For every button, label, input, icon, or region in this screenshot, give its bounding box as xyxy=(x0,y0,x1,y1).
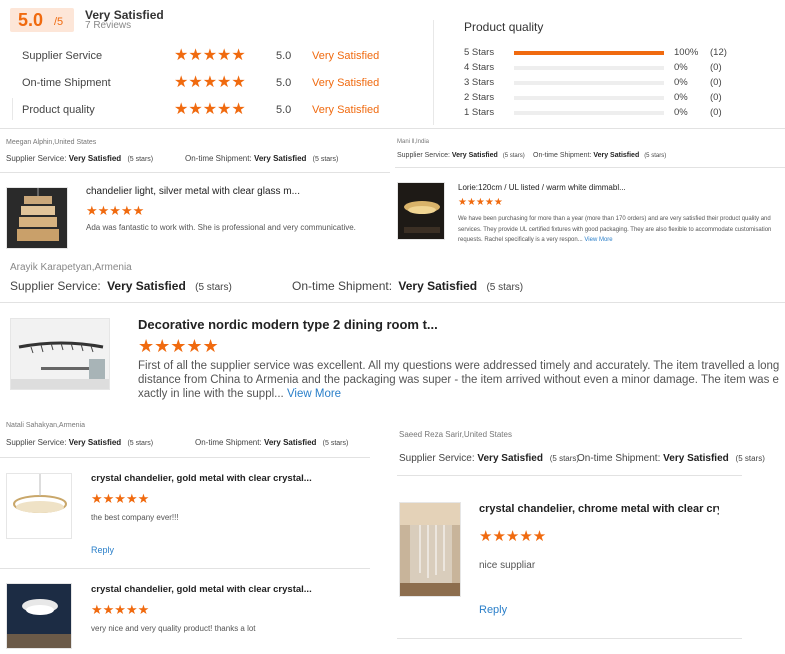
reviewer-name: Arayik Karapetyan,Armenia xyxy=(10,262,132,273)
rating-verdict: Very Satisfied xyxy=(312,77,380,89)
rating-verdict: Very Satisfied xyxy=(312,50,380,62)
product-title[interactable]: chandelier light, silver metal with clea… xyxy=(86,186,346,197)
quality-row-percent: 0% xyxy=(674,77,688,88)
rating-value: 5.0 xyxy=(276,104,292,116)
quality-row-bar xyxy=(514,66,664,70)
divider xyxy=(397,475,742,476)
quality-row-label: 2 Stars xyxy=(464,92,495,103)
quality-row-label: 4 Stars xyxy=(464,62,495,73)
quality-row-count: (12) xyxy=(710,47,727,58)
quality-row-percent: 100% xyxy=(674,47,699,58)
divider xyxy=(0,128,785,129)
review-text: nice suppliar xyxy=(479,560,536,571)
product-thumbnail[interactable] xyxy=(399,502,461,597)
product-thumbnail[interactable] xyxy=(6,473,72,539)
quality-row-bar xyxy=(514,81,664,85)
rating-row-ontime-shipment: On-time Shipment ★★★★★ 5.0 Very Satisfie… xyxy=(22,74,422,91)
product-title[interactable]: Decorative nordic modern type 2 dining r… xyxy=(138,317,558,332)
quality-row-count: (0) xyxy=(710,77,722,88)
rating-value: 5.0 xyxy=(276,77,292,89)
rating-label: Product quality xyxy=(22,104,95,116)
review-meta: Supplier Service: Very Satisfied (5 star… xyxy=(397,152,525,159)
reply-link[interactable]: Reply xyxy=(91,545,114,555)
review-text: the best company ever!!! xyxy=(91,513,179,522)
quality-row-label: 5 Stars xyxy=(464,47,495,58)
review-stars: ★★★★★ xyxy=(91,602,150,617)
quality-row-percent: 0% xyxy=(674,62,688,73)
rating-value: 5.0 xyxy=(276,50,292,62)
quality-row-percent: 0% xyxy=(674,92,688,103)
review-meta: On-time Shipment: Very Satisfied (5 star… xyxy=(533,152,667,159)
review-text-body: First of all the supplier service was ex… xyxy=(138,360,780,400)
view-more-link[interactable]: View More xyxy=(584,237,612,243)
review-text: Ada was fantastic to work with. She is p… xyxy=(86,223,356,232)
reviewer-name: Mani ll,India xyxy=(397,139,430,145)
product-thumbnail[interactable] xyxy=(6,187,68,249)
rating-label: Supplier Service xyxy=(22,50,103,62)
product-title[interactable]: crystal chandelier, gold metal with clea… xyxy=(91,584,331,595)
reviewer-name: Saeed Reza Sarir,United States xyxy=(399,430,512,439)
quality-row-label: 1 Stars xyxy=(464,107,495,118)
quality-row-label: 3 Stars xyxy=(464,77,495,88)
quality-row-bar xyxy=(514,111,664,115)
product-title[interactable]: Lorie:120cm / UL listed / warm white dim… xyxy=(458,183,658,192)
review-meta: On-time Shipment: Very Satisfied (5 star… xyxy=(577,453,765,464)
reviewer-name: Meegan Alphin,United States xyxy=(6,139,97,146)
review-meta: On-time Shipment: Very Satisfied (5 star… xyxy=(195,438,349,447)
divider xyxy=(397,638,742,639)
divider xyxy=(12,98,13,120)
product-thumbnail[interactable] xyxy=(6,583,72,649)
review-text: We have been purchasing for more than a … xyxy=(458,214,774,246)
divider xyxy=(0,568,370,569)
review-stars: ★★★★★ xyxy=(91,491,150,506)
score-badge: 5.0 /5 xyxy=(10,8,74,32)
quality-row-bar xyxy=(514,96,664,100)
divider xyxy=(0,457,370,458)
review-meta: On-time Shipment: Very Satisfied (5 star… xyxy=(185,154,339,163)
score-value: 5.0 xyxy=(18,10,44,30)
review-meta: Supplier Service: Very Satisfied (5 star… xyxy=(6,438,154,447)
review-meta: Supplier Service: Very Satisfied (5 star… xyxy=(6,154,154,163)
review-meta: Supplier Service: Very Satisfied (5 star… xyxy=(10,279,232,293)
review-stars: ★★★★★ xyxy=(479,528,547,545)
product-thumbnail[interactable] xyxy=(397,182,445,240)
product-thumbnail[interactable] xyxy=(10,318,110,390)
rating-stars: ★★★★★ xyxy=(174,101,246,118)
reply-link[interactable]: Reply xyxy=(479,604,507,616)
rating-stars: ★★★★★ xyxy=(174,47,246,64)
quality-row-bar-fill xyxy=(514,51,664,55)
quality-row-count: (0) xyxy=(710,62,722,73)
reviewer-name: Natali Sahakyan,Armenia xyxy=(6,422,85,429)
product-title[interactable]: crystal chandelier, chrome metal with cl… xyxy=(479,503,719,515)
score-unit: /5 xyxy=(54,16,64,28)
quality-row-count: (0) xyxy=(710,92,722,103)
divider xyxy=(433,20,434,125)
quality-row-count: (0) xyxy=(710,107,722,118)
divider xyxy=(0,302,785,303)
divider xyxy=(395,167,785,168)
quality-row-percent: 0% xyxy=(674,107,688,118)
rating-stars: ★★★★★ xyxy=(174,74,246,91)
product-title[interactable]: crystal chandelier, gold metal with clea… xyxy=(91,473,331,484)
review-stars: ★★★★★ xyxy=(458,197,503,208)
review-text: very nice and very quality product! than… xyxy=(91,624,256,633)
rating-row-product-quality: Product quality ★★★★★ 5.0 Very Satisfied xyxy=(22,101,422,118)
review-meta: On-time Shipment: Very Satisfied (5 star… xyxy=(292,279,524,293)
review-meta: Supplier Service: Very Satisfied (5 star… xyxy=(399,453,580,464)
rating-verdict: Very Satisfied xyxy=(312,104,380,116)
quality-row-bar xyxy=(514,51,664,55)
review-text: First of all the supplier service was ex… xyxy=(138,359,783,401)
view-more-link[interactable]: View More xyxy=(287,388,341,400)
review-count: 7 Reviews xyxy=(85,20,132,31)
divider xyxy=(0,172,390,173)
review-stars: ★★★★★ xyxy=(138,336,219,356)
review-stars: ★★★★★ xyxy=(86,203,145,218)
review-text-body: We have been purchasing for more than a … xyxy=(458,216,772,243)
rating-row-supplier-service: Supplier Service ★★★★★ 5.0 Very Satisfie… xyxy=(22,47,422,64)
rating-label: On-time Shipment xyxy=(22,77,111,89)
quality-title: Product quality xyxy=(464,20,544,34)
